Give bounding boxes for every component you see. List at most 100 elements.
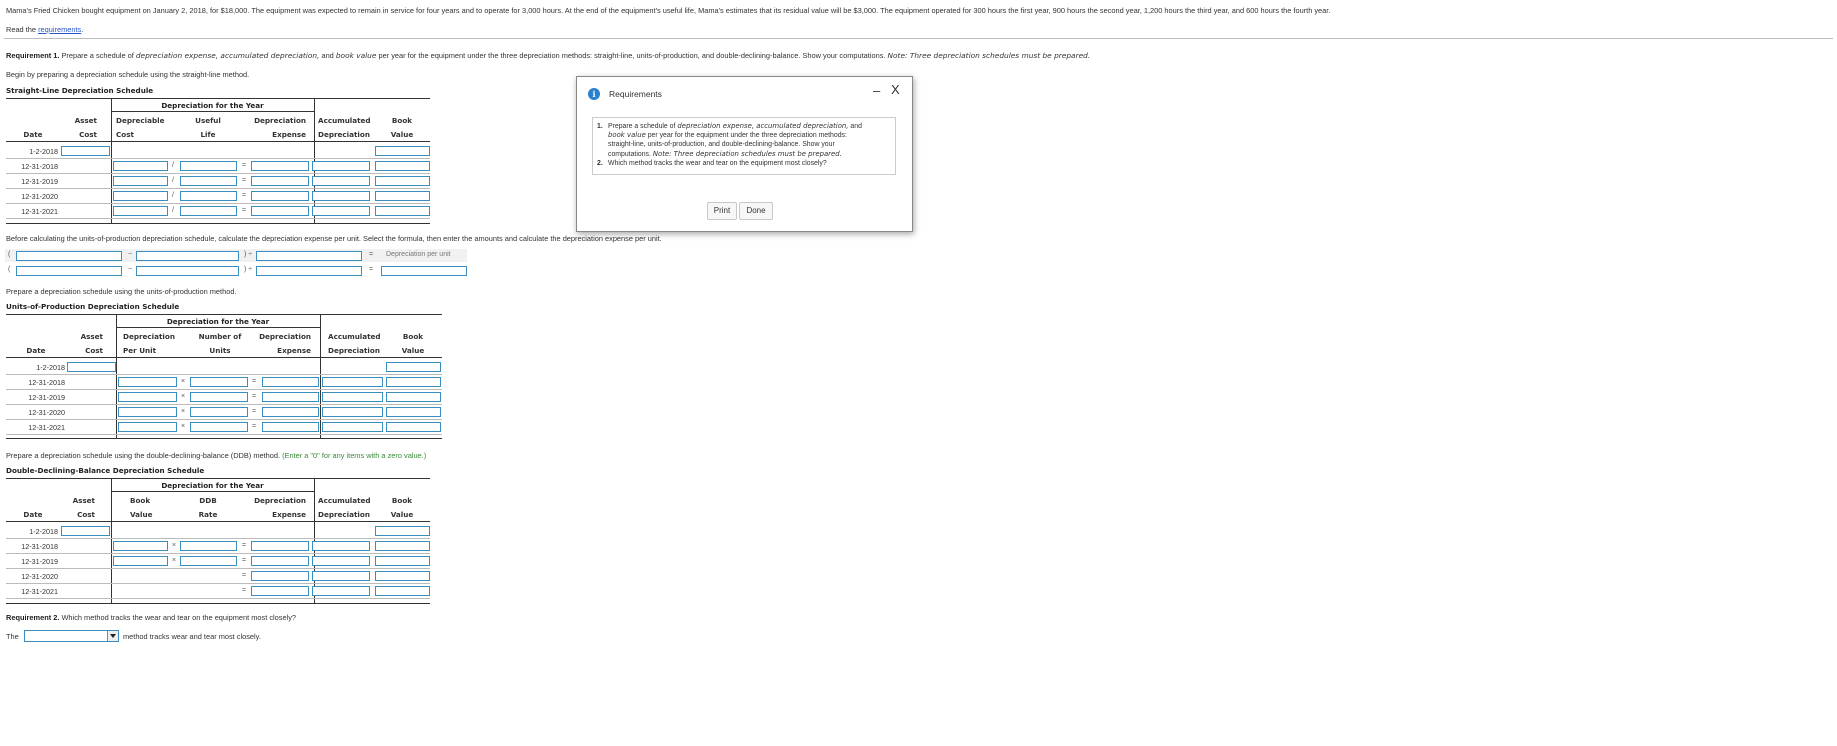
book-value-input[interactable] <box>375 556 430 566</box>
depreciation-expense-input[interactable] <box>251 541 309 551</box>
col-a-input[interactable] <box>113 556 168 566</box>
col-a-input[interactable] <box>113 206 168 216</box>
book-value-input[interactable] <box>375 541 430 551</box>
depreciation-expense-input[interactable] <box>262 377 319 387</box>
col-b-input[interactable] <box>190 392 248 402</box>
row-date: 1-2-2018 <box>29 527 58 536</box>
col-b-input[interactable] <box>190 422 248 432</box>
rule <box>6 141 430 142</box>
rule <box>111 99 112 223</box>
accumulated-depreciation-input[interactable] <box>312 161 370 171</box>
accumulated-depreciation-input[interactable] <box>312 586 370 596</box>
formula-input[interactable] <box>16 266 122 276</box>
book-value-input[interactable] <box>386 377 441 387</box>
col-a-input[interactable] <box>118 392 177 402</box>
depreciation-expense-input[interactable] <box>251 206 309 216</box>
book-value-input[interactable] <box>375 586 430 596</box>
book-value-input[interactable] <box>375 206 430 216</box>
depreciation-expense-input[interactable] <box>262 392 319 402</box>
asset-cost-input[interactable] <box>67 362 116 372</box>
row-date: 12-31-2020 <box>28 408 65 417</box>
rule <box>116 327 320 328</box>
col-b-input[interactable] <box>180 176 237 186</box>
group-header: Depreciation for the Year <box>166 317 270 326</box>
column-header: Expense <box>272 510 306 519</box>
col-a-input[interactable] <box>113 191 168 201</box>
col-a-input[interactable] <box>113 176 168 186</box>
col-a-input[interactable] <box>118 407 177 417</box>
book-value-input[interactable] <box>386 422 441 432</box>
asset-cost-input[interactable] <box>61 146 110 156</box>
depreciation-expense-input[interactable] <box>251 176 309 186</box>
book-value-input[interactable] <box>375 526 430 536</box>
item-1-text-e: computations. <box>608 150 653 158</box>
minimize-icon[interactable]: – <box>873 83 880 98</box>
book-value-input[interactable] <box>386 407 441 417</box>
col-b-input[interactable] <box>190 377 248 387</box>
book-value-input[interactable] <box>375 191 430 201</box>
accumulated-depreciation-input[interactable] <box>322 407 383 417</box>
depreciation-per-unit-label: Depreciation per unit <box>386 251 451 258</box>
formula-input[interactable] <box>256 251 362 261</box>
book-value-input[interactable] <box>375 176 430 186</box>
accumulated-depreciation-input[interactable] <box>322 377 383 387</box>
book-value-input[interactable] <box>386 392 441 402</box>
requirement-2-label: Requirement 2. <box>6 613 60 622</box>
column-header: Life <box>200 130 216 139</box>
chevron-down-icon[interactable] <box>107 631 118 641</box>
schedule-title: Double-Declining-Balance Depreciation Sc… <box>6 466 205 475</box>
col-a-input[interactable] <box>118 377 177 387</box>
depreciation-expense-input[interactable] <box>251 586 309 596</box>
done-button[interactable]: Done <box>739 202 773 220</box>
column-header: Expense <box>277 346 311 355</box>
requirement-1-text: Requirement 1. Prepare a schedule of dep… <box>6 51 1090 60</box>
formula-input[interactable] <box>16 251 122 261</box>
col-b-input[interactable] <box>180 191 237 201</box>
accumulated-depreciation-input[interactable] <box>312 541 370 551</box>
accumulated-depreciation-input[interactable] <box>312 556 370 566</box>
formula-input[interactable] <box>136 266 239 276</box>
column-header: Asset <box>74 116 97 125</box>
col-b-input[interactable] <box>180 556 237 566</box>
col-b-input[interactable] <box>190 407 248 417</box>
schedule-title: Units-of-Production Depreciation Schedul… <box>6 302 180 311</box>
asset-cost-input[interactable] <box>61 526 110 536</box>
book-value-input[interactable] <box>375 146 430 156</box>
method-select[interactable] <box>24 630 119 642</box>
depreciation-expense-input[interactable] <box>251 191 309 201</box>
book-value-input[interactable] <box>375 571 430 581</box>
col-b-input[interactable] <box>180 541 237 551</box>
depreciation-expense-input[interactable] <box>262 422 319 432</box>
formula-input[interactable] <box>256 266 362 276</box>
book-value-input[interactable] <box>386 362 441 372</box>
depreciation-expense-input[interactable] <box>251 556 309 566</box>
formula-input[interactable] <box>136 251 239 261</box>
col-a-input[interactable] <box>118 422 177 432</box>
column-header: Accumulated <box>318 496 371 505</box>
depreciation-per-unit-input[interactable] <box>381 266 467 276</box>
accumulated-depreciation-input[interactable] <box>322 422 383 432</box>
depreciation-expense-input[interactable] <box>262 407 319 417</box>
accumulated-depreciation-input[interactable] <box>312 191 370 201</box>
accumulated-depreciation-input[interactable] <box>312 571 370 581</box>
row-divider <box>6 568 430 569</box>
col-a-input[interactable] <box>113 541 168 551</box>
requirements-link[interactable]: requirements <box>38 25 81 34</box>
row-divider <box>6 583 430 584</box>
row-date: 12-31-2020 <box>21 192 58 201</box>
col-a-input[interactable] <box>113 161 168 171</box>
operator: = <box>242 542 247 549</box>
dialog-title: Requirements <box>609 89 662 99</box>
col-b-input[interactable] <box>180 161 237 171</box>
depreciation-expense-input[interactable] <box>251 161 309 171</box>
column-header: Book <box>402 332 424 341</box>
depreciation-expense-input[interactable] <box>251 571 309 581</box>
col-b-input[interactable] <box>180 206 237 216</box>
req2-suffix: method tracks wear and tear most closely… <box>123 632 261 641</box>
accumulated-depreciation-input[interactable] <box>312 176 370 186</box>
accumulated-depreciation-input[interactable] <box>322 392 383 402</box>
accumulated-depreciation-input[interactable] <box>312 206 370 216</box>
print-button[interactable]: Print <box>707 202 737 220</box>
close-icon[interactable]: X <box>891 82 900 97</box>
book-value-input[interactable] <box>375 161 430 171</box>
